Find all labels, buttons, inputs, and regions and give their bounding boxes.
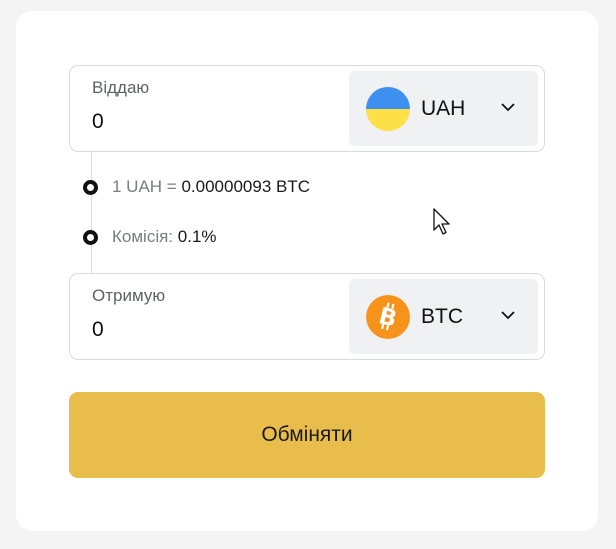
get-field: Отримую B BTC: [69, 273, 545, 360]
timeline-line: [91, 152, 92, 273]
fee-label: Комісія:: [112, 227, 174, 246]
get-currency-select[interactable]: B BTC: [349, 279, 538, 354]
exchange-card: Віддаю UAH 1 UAH = 0.00000093 BTC: [16, 11, 598, 531]
give-currency-select[interactable]: UAH: [349, 71, 538, 146]
timeline-dot-icon: [83, 179, 98, 195]
give-label: Віддаю: [92, 78, 150, 97]
give-field: Віддаю UAH: [69, 65, 545, 152]
fee-value: 0.1%: [177, 227, 217, 246]
chevron-down-icon: [501, 103, 515, 112]
chevron-down-icon: [501, 311, 515, 320]
ukraine-flag-icon: [366, 86, 410, 131]
rate-prefix: 1 UAH =: [112, 177, 177, 196]
give-currency-code: UAH: [421, 96, 466, 120]
get-currency-code: BTC: [421, 304, 463, 328]
rate-row: 1 UAH = 0.00000093 BTC: [83, 177, 310, 197]
bitcoin-icon: B: [366, 294, 410, 339]
fee-row: Комісія: 0.1%: [83, 227, 217, 247]
get-label: Отримую: [92, 286, 166, 305]
timeline-dot-icon: [83, 229, 98, 245]
exchange-info: 1 UAH = 0.00000093 BTC Комісія: 0.1%: [69, 152, 545, 273]
get-amount-input[interactable]: [92, 318, 322, 342]
rate-value: 0.00000093 BTC: [181, 177, 311, 196]
give-amount-input[interactable]: [92, 110, 322, 134]
mouse-cursor-icon: [433, 208, 450, 235]
exchange-button[interactable]: Обміняти: [69, 392, 545, 478]
